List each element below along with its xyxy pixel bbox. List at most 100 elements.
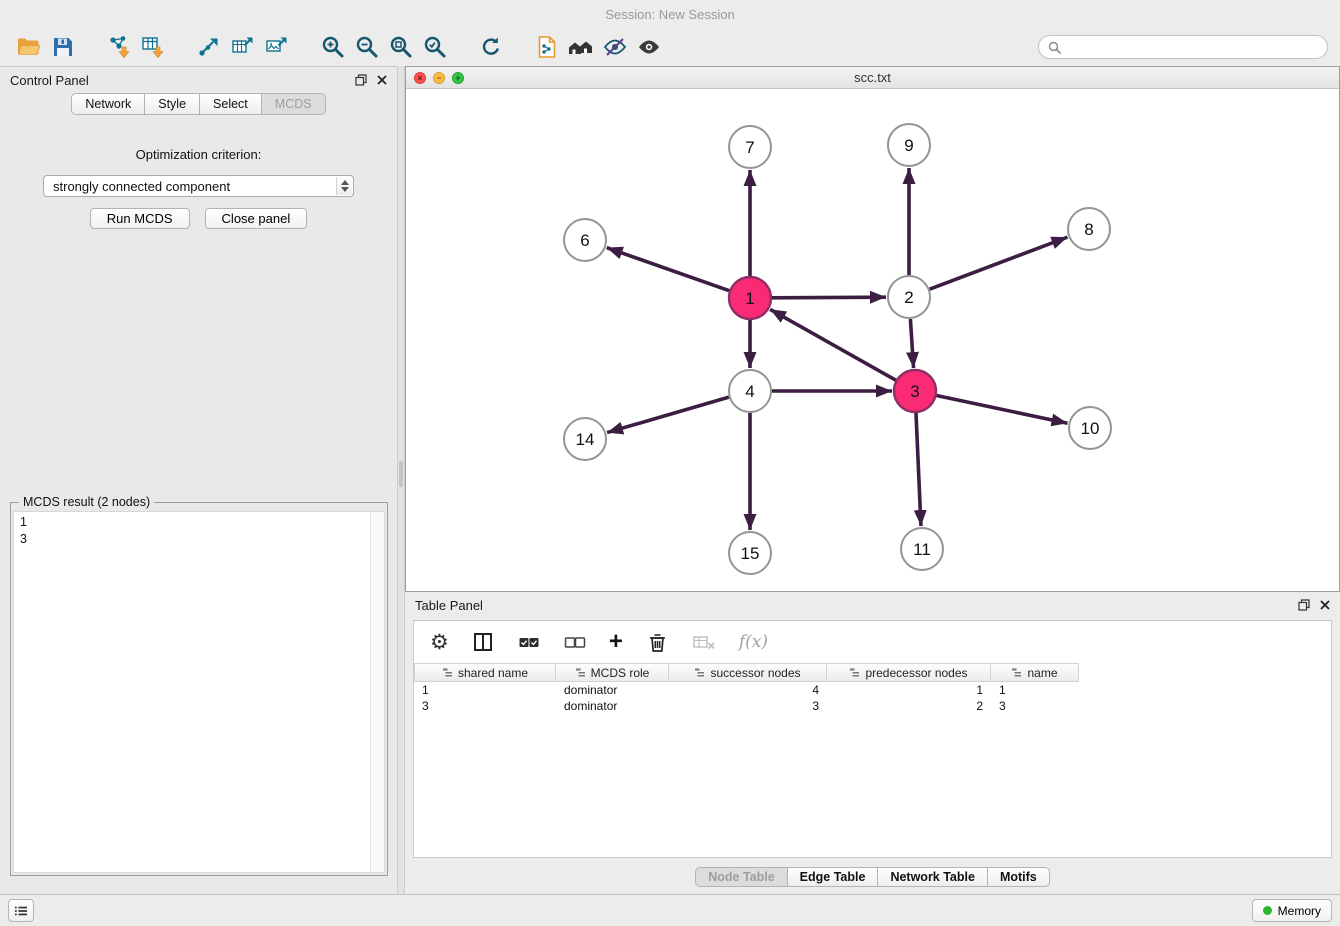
column-header-name[interactable]: name [991,663,1079,682]
zoom-fit-button[interactable] [384,31,418,63]
add-column-button[interactable]: + [609,630,623,654]
window-titlebar[interactable]: Session: New Session [0,0,1340,28]
run-mcds-button[interactable]: Run MCDS [90,208,190,229]
zoom-out-button[interactable] [350,31,384,63]
zoom-in-icon [320,34,346,60]
column-selector-button[interactable] [471,630,495,654]
control-panel-header: Control Panel [0,67,397,93]
column-header-successor-nodes[interactable]: successor nodes [669,663,827,682]
deselect-all-icon [563,630,587,654]
node-label-1: 1 [745,289,754,308]
column-header-label: predecessor nodes [865,666,967,680]
table-panel-title: Table Panel [415,598,483,613]
search-field[interactable] [1038,35,1328,59]
close-panel-button[interactable] [377,75,387,85]
tab-network-table[interactable]: Network Table [877,867,988,887]
table-cell: 4 [669,683,827,697]
control-panel-title: Control Panel [10,73,89,88]
import-network-icon [106,34,132,60]
edge-2-3[interactable] [910,319,913,368]
optimization-criterion-dropdown[interactable]: strongly connected component [43,175,354,197]
close-panel-button-2[interactable]: Close panel [205,208,308,229]
status-bar: Memory [0,894,1340,926]
refresh-layout-icon [478,34,504,60]
houses-icon [567,34,595,60]
tab-edge-table[interactable]: Edge Table [787,867,879,887]
tab-node-table[interactable]: Node Table [695,867,787,887]
close-table-panel-button[interactable] [1320,600,1330,610]
main-toolbar [0,28,1340,66]
edge-2-8[interactable] [930,237,1068,289]
edge-3-1[interactable] [770,309,896,380]
delete-column-button[interactable] [645,630,669,654]
eye-icon [636,34,662,60]
show-hide-details-button[interactable] [598,31,632,63]
table-row[interactable]: 1dominator411 [414,682,1331,698]
function-builder-button[interactable]: f(x) [739,632,768,652]
open-folder-icon [16,34,42,60]
zoom-selected-button[interactable] [418,31,452,63]
close-window-button[interactable]: × [414,72,426,84]
apply-layout-button[interactable] [474,31,508,63]
edge-1-6[interactable] [607,248,730,291]
column-header-label: name [1027,666,1057,680]
mcds-result-area[interactable]: 1 3 [13,511,385,873]
mcds-result-title: MCDS result (2 nodes) [19,495,154,509]
window-title: Session: New Session [605,7,734,22]
node-label-2: 2 [904,288,913,307]
column-header-predecessor-nodes[interactable]: predecessor nodes [827,663,991,682]
column-tree-icon [442,667,453,678]
export-table-button[interactable] [226,31,260,63]
panel-splitter[interactable] [397,66,405,894]
result-scrollbar[interactable] [370,512,384,872]
dropdown-stepper-icon [336,177,352,195]
column-header-MCDS-role[interactable]: MCDS role [556,663,669,682]
column-tree-icon [849,667,860,678]
select-all-rows-button[interactable] [517,630,541,654]
tab-network[interactable]: Network [71,93,145,115]
control-panel-tabs: NetworkStyleSelectMCDS [0,93,397,115]
mcds-panel: Optimization criterion: strongly connect… [0,147,397,229]
task-history-button[interactable] [8,899,34,922]
tab-style[interactable]: Style [144,93,200,115]
tab-motifs[interactable]: Motifs [987,867,1050,887]
export-image-button[interactable] [260,31,294,63]
list-icon [15,905,27,917]
network-canvas[interactable]: 7968124314101511 [406,89,1339,591]
table-cell: 1 [414,683,556,697]
import-table-button[interactable] [136,31,170,63]
edge-1-2[interactable] [772,297,886,298]
edge-3-11[interactable] [916,413,921,526]
save-session-button[interactable] [46,31,80,63]
tab-mcds[interactable]: MCDS [261,93,326,115]
edge-4-14[interactable] [607,397,729,432]
network-from-selection-button[interactable] [530,31,564,63]
zoom-in-button[interactable] [316,31,350,63]
export-network-button[interactable] [192,31,226,63]
edge-3-10[interactable] [937,396,1068,424]
search-input[interactable] [1067,39,1318,56]
table-row[interactable]: 3dominator323 [414,698,1331,714]
tab-select[interactable]: Select [199,93,262,115]
memory-button[interactable]: Memory [1252,899,1332,922]
table-cell: dominator [556,683,669,697]
save-icon [50,34,76,60]
float-panel-button[interactable] [355,74,367,86]
table-cell: 3 [669,699,827,713]
import-network-button[interactable] [102,31,136,63]
open-file-button[interactable] [12,31,46,63]
table-settings-button[interactable]: ⚙ [430,632,449,653]
deselect-all-rows-button[interactable] [563,630,587,654]
network-graph[interactable]: 7968124314101511 [406,89,1339,591]
bird-eye-view-button[interactable] [632,31,666,63]
zoom-selected-icon [422,34,448,60]
delete-table-button[interactable] [691,630,717,654]
network-window-titlebar[interactable]: × − + scc.txt [406,67,1339,89]
column-header-shared-name[interactable]: shared name [414,663,556,682]
minimize-window-button[interactable]: − [433,72,445,84]
node-label-15: 15 [741,544,760,563]
network-overview-button[interactable] [564,31,598,63]
float-window-icon [1298,599,1310,611]
maximize-window-button[interactable]: + [452,72,464,84]
float-table-panel-button[interactable] [1298,599,1310,611]
